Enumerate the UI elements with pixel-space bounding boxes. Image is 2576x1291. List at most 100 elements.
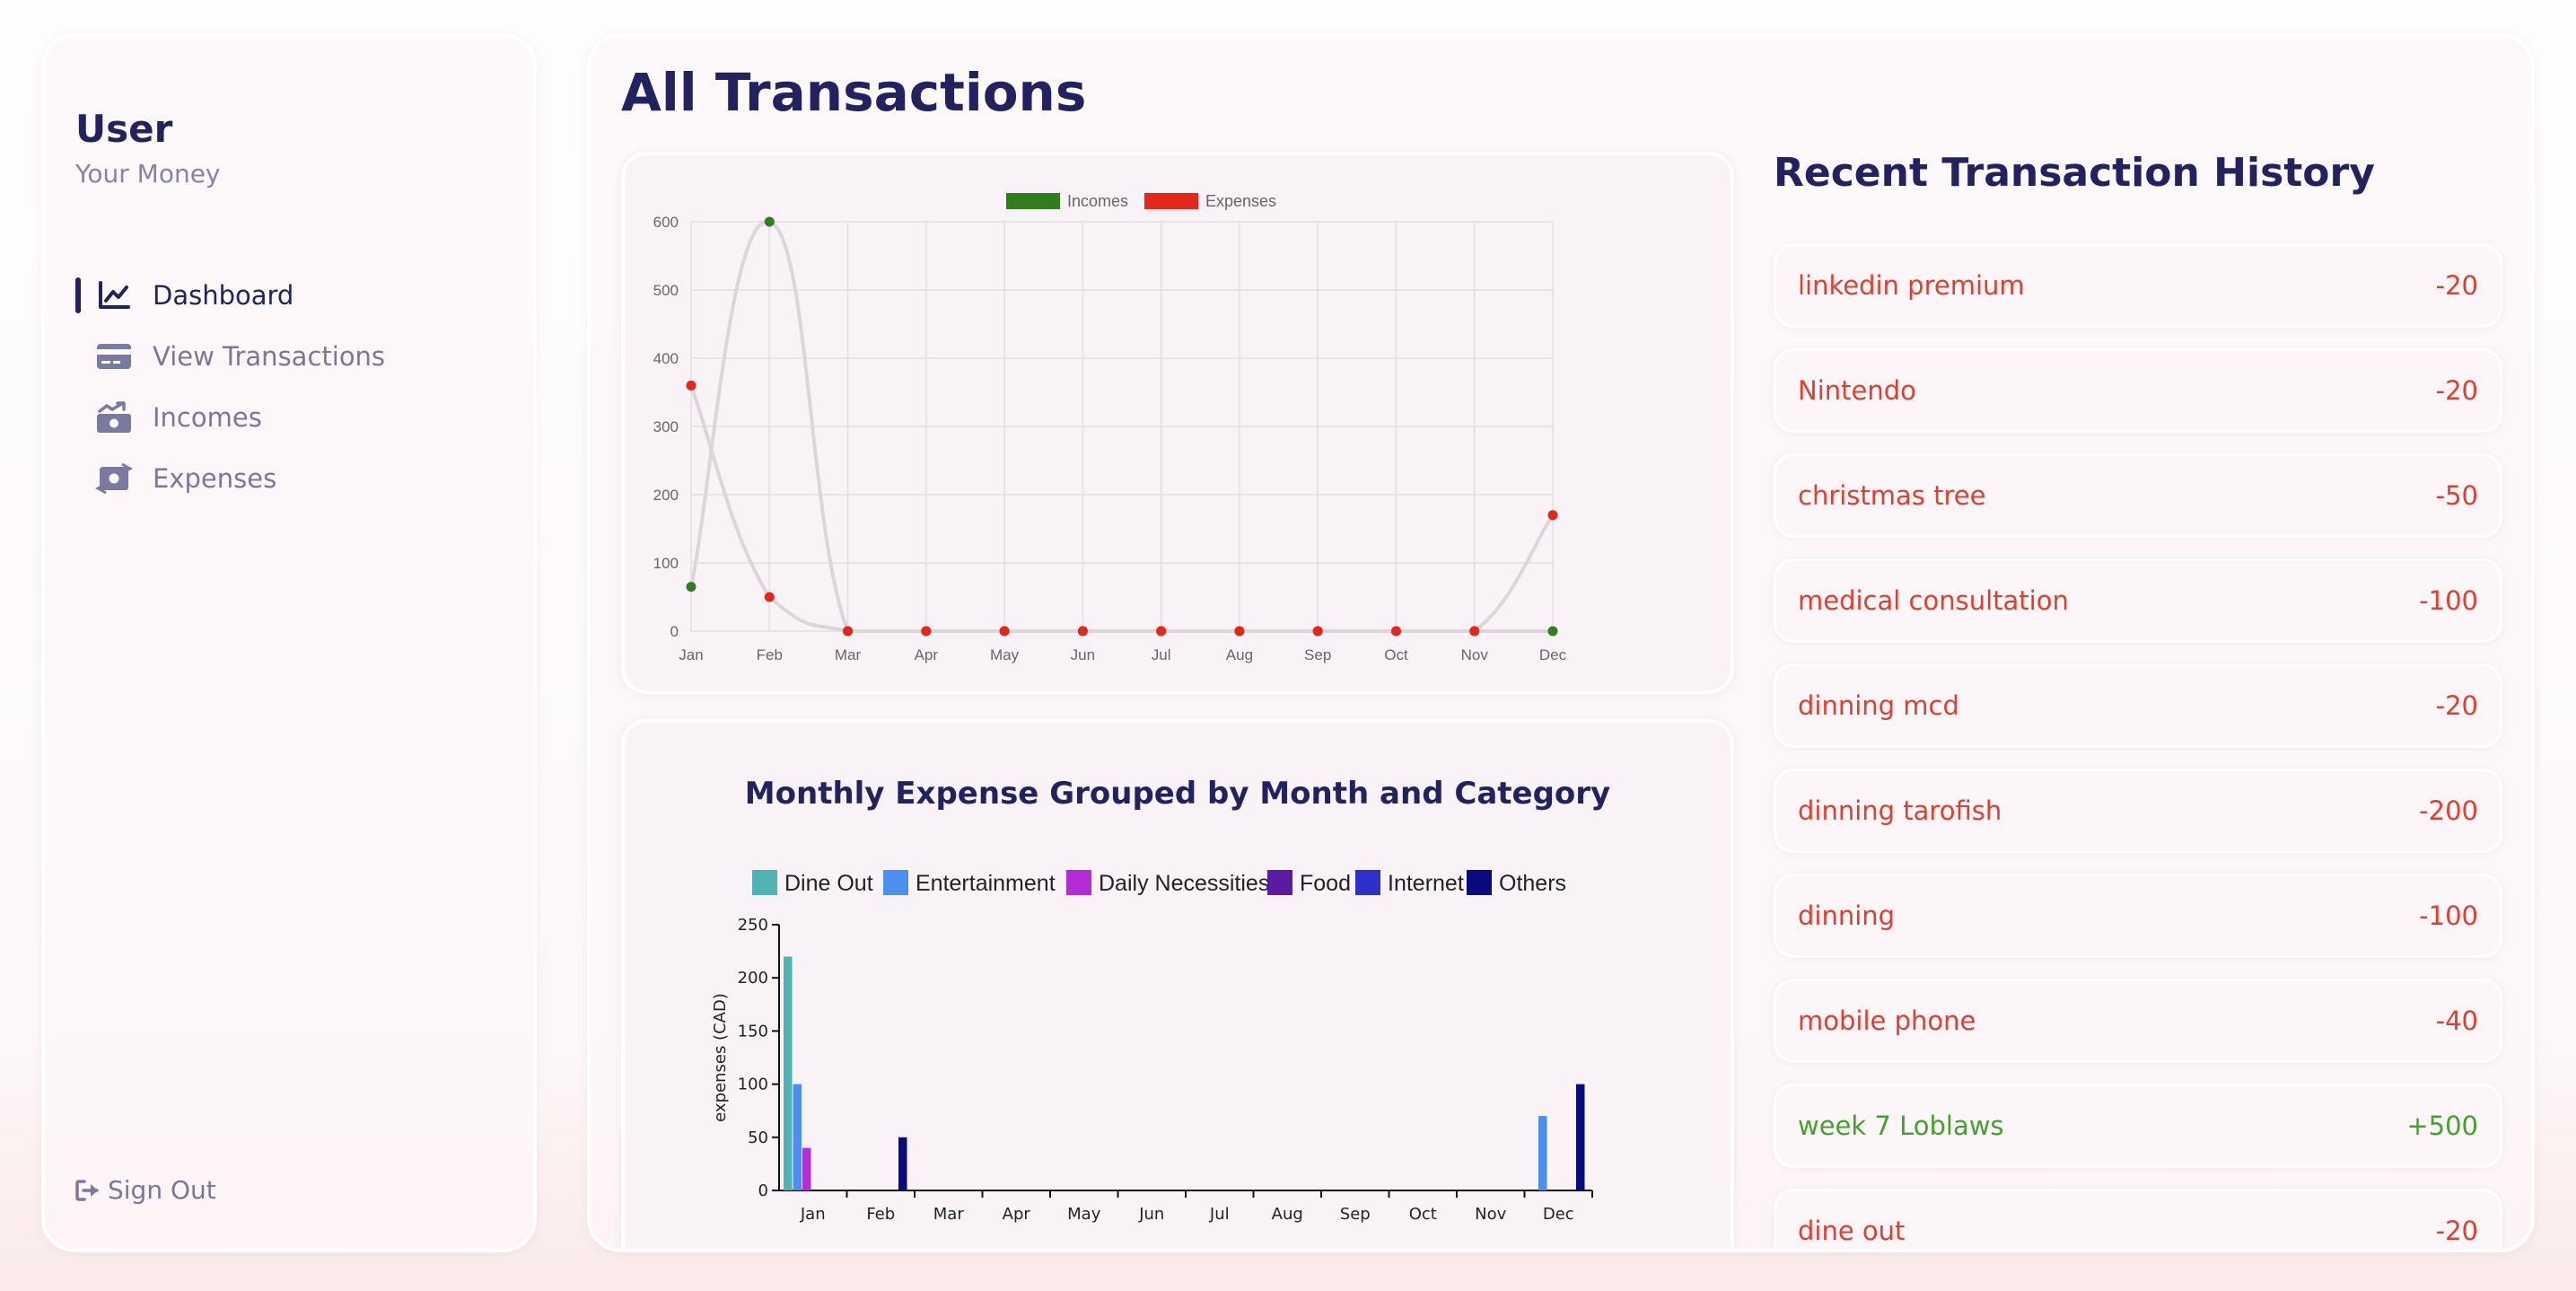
legend-swatch bbox=[1144, 193, 1198, 209]
x-tick-label: Sep bbox=[1304, 646, 1331, 663]
legend-swatch bbox=[752, 870, 777, 895]
x-tick-label: Nov bbox=[1475, 1205, 1506, 1224]
legend-swatch bbox=[1467, 870, 1492, 895]
data-point-expenses bbox=[1390, 626, 1401, 637]
history-item[interactable]: dine out -20 bbox=[1774, 1189, 2502, 1249]
data-point-expenses bbox=[921, 626, 932, 637]
chart-line-icon bbox=[95, 279, 133, 312]
sidebar: User Your Money Dashboard View Transacti… bbox=[41, 33, 537, 1252]
legend-label: Entertainment bbox=[916, 871, 1056, 896]
history-item-amount: -200 bbox=[2419, 795, 2478, 826]
data-point-expenses bbox=[1156, 626, 1167, 637]
y-tick-label: 50 bbox=[748, 1129, 768, 1147]
x-tick-label: Jul bbox=[1209, 1205, 1230, 1224]
legend-swatch bbox=[1267, 870, 1292, 895]
data-point-expenses bbox=[1077, 626, 1088, 637]
income-expense-line-chart-card: Incomes Expenses 0 100 200 300 400 500 600 Jan Feb… bbox=[621, 152, 1734, 694]
legend-label: Internet bbox=[1388, 871, 1464, 896]
history-item-name: dinning mcd bbox=[1798, 690, 1959, 721]
x-tick-label: Dec bbox=[1543, 1205, 1574, 1224]
legend-label: Dine Out bbox=[784, 871, 873, 896]
x-tick-label: May bbox=[990, 646, 1020, 663]
history-item-name: medical consultation bbox=[1798, 585, 2069, 616]
history-item[interactable]: dinning mcd -20 bbox=[1774, 663, 2502, 748]
history-item-name: mobile phone bbox=[1798, 1006, 1976, 1036]
y-tick-label: 200 bbox=[738, 969, 768, 988]
history-item[interactable]: mobile phone -40 bbox=[1774, 979, 2502, 1063]
history-item-name: dinning tarofish bbox=[1798, 795, 2002, 826]
sidebar-nav: Dashboard View Transactions Incomes Expe… bbox=[45, 265, 533, 509]
x-tick-label: Dec bbox=[1539, 646, 1567, 663]
history-item-name: dine out bbox=[1798, 1216, 1906, 1246]
y-tick-label: 600 bbox=[653, 214, 679, 231]
history-item-name: linkedin premium bbox=[1798, 270, 2025, 301]
nav-item-expenses[interactable]: Expenses bbox=[45, 448, 533, 509]
data-point-expenses bbox=[686, 380, 697, 391]
transaction-history-list: linkedin premium -20 Nintendo -20 christmas … bbox=[1774, 243, 2502, 1249]
history-item-amount: -100 bbox=[2419, 585, 2478, 616]
user-name: User bbox=[75, 107, 173, 151]
main-panel: All Transactions Incomes Expenses 0 100 200 3… bbox=[587, 33, 2535, 1252]
y-axis-label: expenses (CAD) bbox=[711, 993, 730, 1122]
nav-item-view-transactions[interactable]: View Transactions bbox=[45, 326, 533, 387]
money-bill-transfer-icon bbox=[95, 462, 133, 495]
legend-swatch bbox=[1066, 870, 1091, 895]
x-tick-label: Feb bbox=[866, 1205, 895, 1224]
bar-others bbox=[1576, 1084, 1585, 1190]
nav-item-dashboard[interactable]: Dashboard bbox=[45, 265, 533, 326]
y-tick-label: 100 bbox=[653, 555, 679, 572]
x-tick-label: Nov bbox=[1461, 646, 1489, 663]
x-tick-label: Apr bbox=[1003, 1205, 1031, 1224]
money-bill-trend-up-icon bbox=[95, 401, 133, 434]
bar-others bbox=[898, 1137, 907, 1190]
history-item[interactable]: medical consultation -100 bbox=[1774, 558, 2502, 643]
history-item[interactable]: linkedin premium -20 bbox=[1774, 243, 2502, 328]
y-tick-label: 100 bbox=[738, 1076, 768, 1094]
x-tick-label: Oct bbox=[1384, 646, 1408, 663]
bar-entertainment bbox=[793, 1084, 802, 1190]
nav-item-incomes[interactable]: Incomes bbox=[45, 387, 533, 448]
history-item-name: dinning bbox=[1798, 900, 1896, 931]
sign-out-button[interactable]: Sign Out bbox=[75, 1175, 216, 1205]
data-point-expenses bbox=[1312, 626, 1323, 637]
history-item[interactable]: christmas tree -50 bbox=[1774, 453, 2502, 538]
history-item[interactable]: dinning tarofish -200 bbox=[1774, 768, 2502, 853]
nav-item-label: Incomes bbox=[153, 402, 262, 433]
data-point-expenses bbox=[1547, 510, 1558, 521]
legend-label: Others bbox=[1499, 871, 1566, 896]
chart-title: Monthly Expense Grouped by Month and Cat… bbox=[745, 776, 1610, 812]
legend-label: Food bbox=[1300, 871, 1351, 896]
data-point-expenses bbox=[843, 626, 854, 637]
y-tick-label: 0 bbox=[670, 623, 679, 640]
bar-daily-necessities bbox=[802, 1147, 811, 1190]
y-tick-label: 150 bbox=[738, 1022, 768, 1041]
legend-label: Incomes bbox=[1067, 192, 1128, 210]
category-bar-chart: Monthly Expense Grouped by Month and Cat… bbox=[711, 776, 1610, 1224]
income-expense-line-chart: Incomes Expenses 0 100 200 300 400 500 600 Jan Feb… bbox=[653, 192, 1567, 663]
history-item-amount: -50 bbox=[2435, 480, 2478, 511]
y-tick-label: 300 bbox=[653, 418, 679, 435]
legend-label: Daily Necessities bbox=[1099, 871, 1269, 896]
history-item[interactable]: week 7 Loblaws +500 bbox=[1774, 1084, 2502, 1168]
data-point-incomes bbox=[686, 582, 697, 593]
history-item[interactable]: dinning -100 bbox=[1774, 874, 2502, 958]
history-item-amount: -40 bbox=[2435, 1006, 2478, 1036]
nav-item-label: View Transactions bbox=[153, 341, 386, 372]
history-item[interactable]: Nintendo -20 bbox=[1774, 348, 2502, 433]
history-item-name: Nintendo bbox=[1798, 375, 1916, 406]
y-tick-label: 500 bbox=[653, 282, 679, 299]
history-item-amount: -20 bbox=[2435, 375, 2478, 406]
data-point-expenses bbox=[1234, 626, 1245, 637]
y-tick-label: 400 bbox=[653, 350, 679, 367]
x-tick-label: Mar bbox=[933, 1205, 965, 1224]
y-tick-label: 0 bbox=[758, 1181, 768, 1200]
x-tick-label: Jul bbox=[1152, 646, 1171, 663]
page-title: All Transactions bbox=[621, 62, 1087, 123]
x-tick-label: May bbox=[1067, 1205, 1101, 1224]
history-title: Recent Transaction History bbox=[1774, 150, 2375, 196]
bar-dine-out bbox=[784, 956, 793, 1190]
history-item-amount: -20 bbox=[2435, 690, 2478, 721]
category-bar-chart-card: Monthly Expense Grouped by Month and Cat… bbox=[621, 719, 1734, 1249]
history-item-amount: -20 bbox=[2435, 1216, 2478, 1246]
legend-label: Expenses bbox=[1205, 192, 1276, 210]
